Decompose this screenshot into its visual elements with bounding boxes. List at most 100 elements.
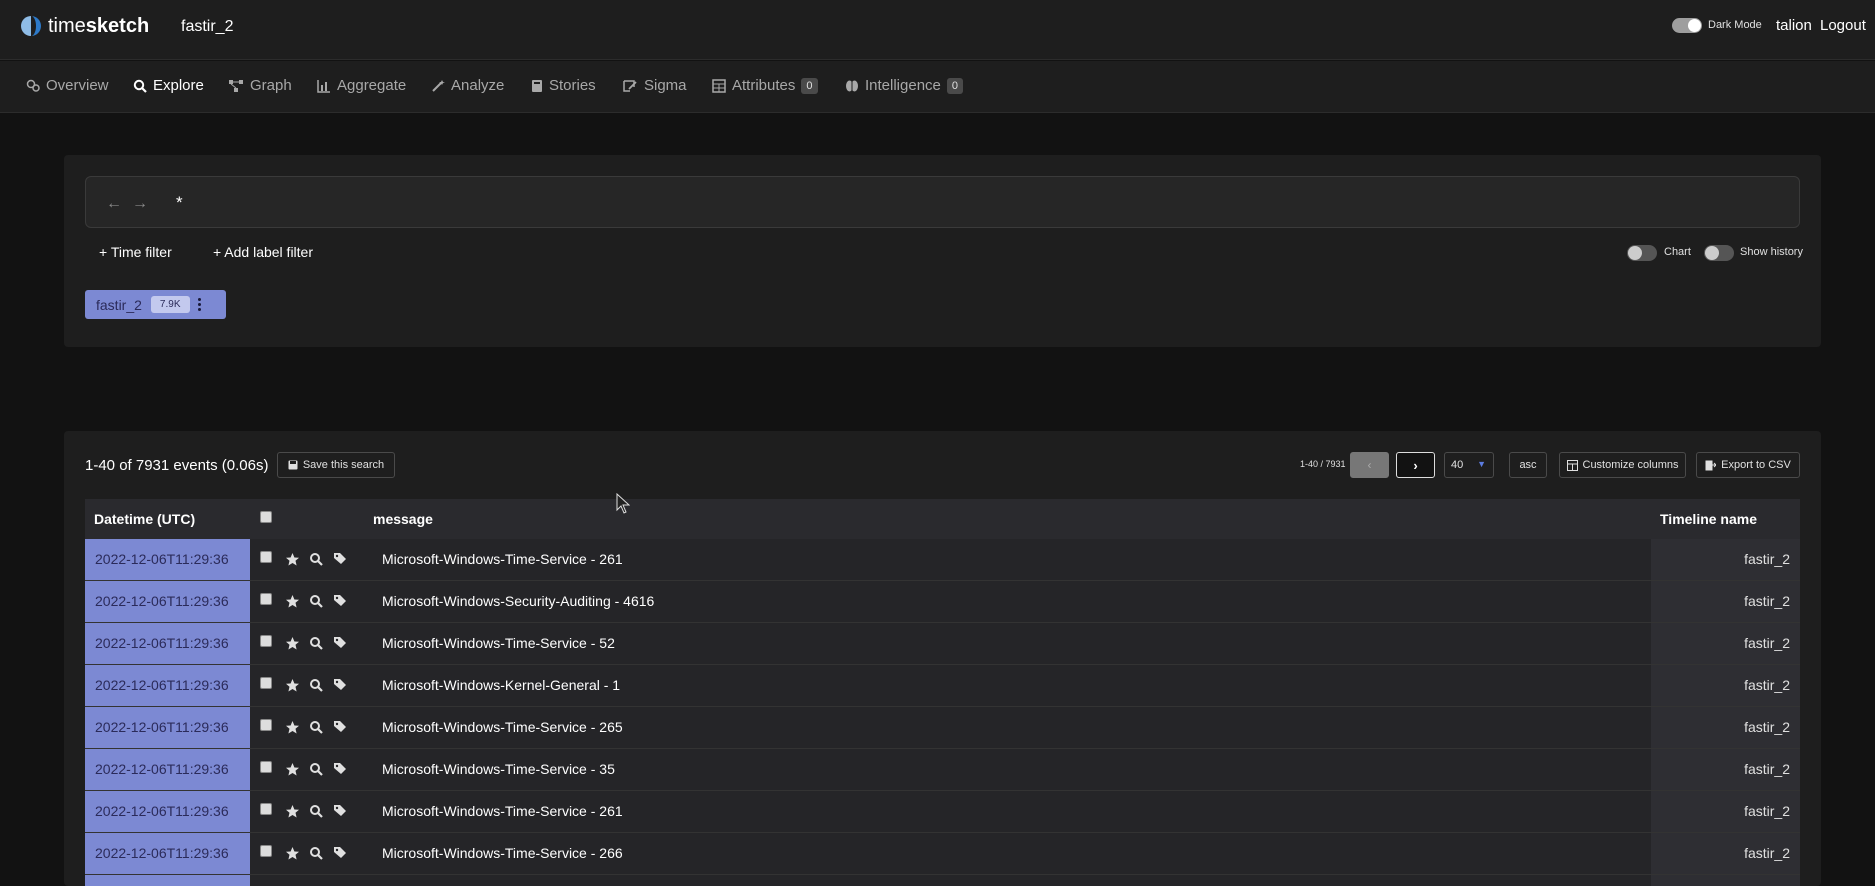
search-icon[interactable] [309, 636, 323, 653]
show-history-toggle[interactable] [1704, 245, 1734, 261]
tab-stories[interactable]: Stories [531, 77, 596, 94]
tag-icon[interactable] [333, 846, 348, 863]
tag-icon[interactable] [333, 636, 348, 653]
search-icon[interactable] [309, 552, 323, 569]
event-datetime[interactable]: 2022-12-06T11:29:36 [85, 749, 250, 790]
chart-toggle[interactable] [1627, 245, 1657, 261]
select-all-checkbox[interactable] [260, 511, 272, 523]
event-message[interactable]: Microsoft-Windows-Time-Service - 266 [382, 845, 623, 861]
events-table-header: Datetime (UTC) message Timeline name [85, 499, 1800, 539]
table-row[interactable]: 2022-12-06T11:29:36 Microsoft-Windows-Ti… [85, 623, 1800, 665]
table-row[interactable]: 2022-12-06T11:29:36 Microsoft-Windows-Ti… [85, 833, 1800, 875]
dark-mode-toggle[interactable] [1672, 18, 1702, 33]
column-header-datetime[interactable]: Datetime (UTC) [94, 511, 195, 527]
star-icon[interactable] [285, 846, 300, 864]
event-datetime[interactable]: 2022-12-06T11:29:36 [85, 833, 250, 874]
save-search-button[interactable]: Save this search [277, 452, 395, 478]
tag-icon[interactable] [333, 552, 348, 569]
table-row[interactable]: 2022-12-06T11:29:36 Microsoft-Windows-Ti… [85, 749, 1800, 791]
add-label-filter-button[interactable]: + Add label filter [213, 244, 313, 260]
logout-link[interactable]: Logout [1820, 17, 1866, 34]
event-message[interactable]: Microsoft-Windows-Time-Service - 52 [382, 635, 615, 651]
event-message[interactable]: Microsoft-Windows-Time-Service - 265 [382, 719, 623, 735]
search-icon[interactable] [309, 720, 323, 737]
app-logo[interactable]: timesketch [20, 14, 149, 38]
next-page-button[interactable]: › [1396, 452, 1435, 478]
tag-icon[interactable] [333, 762, 348, 779]
row-checkbox[interactable] [260, 845, 272, 857]
star-icon[interactable] [285, 762, 300, 780]
event-message[interactable]: Microsoft-Windows-Security-Auditing - 46… [382, 593, 654, 609]
event-datetime[interactable]: 2022-12-06T11:29:36 [85, 791, 250, 832]
event-message[interactable]: Microsoft-Windows-Time-Service - 261 [382, 803, 623, 819]
customize-columns-button[interactable]: Customize columns [1559, 452, 1686, 478]
row-checkbox[interactable] [260, 551, 272, 563]
tag-icon[interactable] [333, 720, 348, 737]
tab-attributes[interactable]: Attributes 0 [712, 77, 818, 94]
row-checkbox[interactable] [260, 719, 272, 731]
event-message[interactable]: Microsoft-Windows-Kernel-General - 1 [382, 677, 620, 693]
event-timeline-name [1651, 875, 1800, 886]
event-datetime[interactable]: 2022-12-06T11:29:36 [85, 539, 250, 580]
tab-analyze[interactable]: Analyze [431, 77, 504, 94]
username: talion [1776, 17, 1812, 34]
chevron-left-icon: ‹ [1367, 458, 1372, 472]
chart-icon [317, 79, 330, 93]
table-row[interactable]: 2022-12-06T11:29:36 Microsoft-Windows-Ti… [85, 791, 1800, 833]
star-icon[interactable] [285, 804, 300, 822]
event-timeline-name: fastir_2 [1651, 539, 1800, 580]
tag-icon[interactable] [333, 678, 348, 695]
search-icon[interactable] [309, 762, 323, 779]
event-datetime[interactable] [85, 875, 250, 886]
table-row[interactable]: 2022-12-06T11:29:36 Microsoft-Windows-Ti… [85, 707, 1800, 749]
table-row[interactable]: 2022-12-06T11:29:36 Microsoft-Windows-Ti… [85, 539, 1800, 581]
table-row[interactable]: 2022-12-06T11:29:36 Microsoft-Windows-Se… [85, 581, 1800, 623]
search-icon[interactable] [309, 804, 323, 821]
column-header-message[interactable]: message [373, 511, 433, 527]
tag-icon[interactable] [333, 594, 348, 611]
column-header-timeline[interactable]: Timeline name [1660, 511, 1757, 527]
tab-sigma[interactable]: Sigma [622, 77, 687, 94]
tab-intelligence[interactable]: Intelligence 0 [845, 77, 964, 94]
event-datetime[interactable]: 2022-12-06T11:29:36 [85, 665, 250, 706]
row-checkbox[interactable] [260, 761, 272, 773]
page-size-select[interactable]: 40 ▼ [1444, 452, 1494, 478]
search-input[interactable]: ← → * [85, 176, 1800, 228]
star-icon[interactable] [285, 720, 300, 738]
add-time-filter-button[interactable]: + Time filter [99, 244, 172, 260]
sort-order-button[interactable]: asc [1509, 452, 1547, 478]
table-row[interactable]: 2022-12-06T11:29:36 Microsoft-Windows-Ke… [85, 665, 1800, 707]
event-message[interactable]: Microsoft-Windows-Time-Service - 35 [382, 761, 615, 777]
event-message[interactable]: Microsoft-Windows-Time-Service - 261 [382, 551, 623, 567]
table-row[interactable] [85, 875, 1800, 886]
search-icon[interactable] [309, 846, 323, 863]
top-bar: timesketch fastir_2 Dark Mode talion Log… [0, 0, 1875, 60]
timeline-chip[interactable]: fastir_2 7.9K [85, 290, 226, 319]
back-arrow-icon[interactable]: ← [106, 195, 122, 213]
event-datetime[interactable]: 2022-12-06T11:29:36 [85, 623, 250, 664]
tab-overview[interactable]: Overview [26, 77, 109, 94]
event-datetime[interactable]: 2022-12-06T11:29:36 [85, 707, 250, 748]
star-icon[interactable] [285, 678, 300, 696]
search-icon[interactable] [309, 594, 323, 611]
tab-aggregate[interactable]: Aggregate [317, 77, 406, 94]
prev-page-button[interactable]: ‹ [1350, 452, 1389, 478]
event-timeline-name: fastir_2 [1651, 749, 1800, 790]
more-vert-icon[interactable] [197, 298, 202, 311]
star-icon[interactable] [285, 594, 300, 612]
row-checkbox[interactable] [260, 635, 272, 647]
row-checkbox[interactable] [260, 593, 272, 605]
star-icon[interactable] [285, 552, 300, 570]
search-icon[interactable] [309, 678, 323, 695]
forward-arrow-icon[interactable]: → [132, 195, 148, 213]
row-checkbox[interactable] [260, 677, 272, 689]
tag-icon[interactable] [333, 804, 348, 821]
search-query[interactable]: * [176, 193, 183, 213]
row-checkbox[interactable] [260, 803, 272, 815]
tab-explore[interactable]: Explore [133, 77, 204, 94]
star-icon[interactable] [285, 636, 300, 654]
tab-graph[interactable]: Graph [228, 77, 292, 94]
brain-icon [846, 79, 858, 92]
event-datetime[interactable]: 2022-12-06T11:29:36 [85, 581, 250, 622]
export-csv-button[interactable]: Export to CSV [1696, 452, 1800, 478]
